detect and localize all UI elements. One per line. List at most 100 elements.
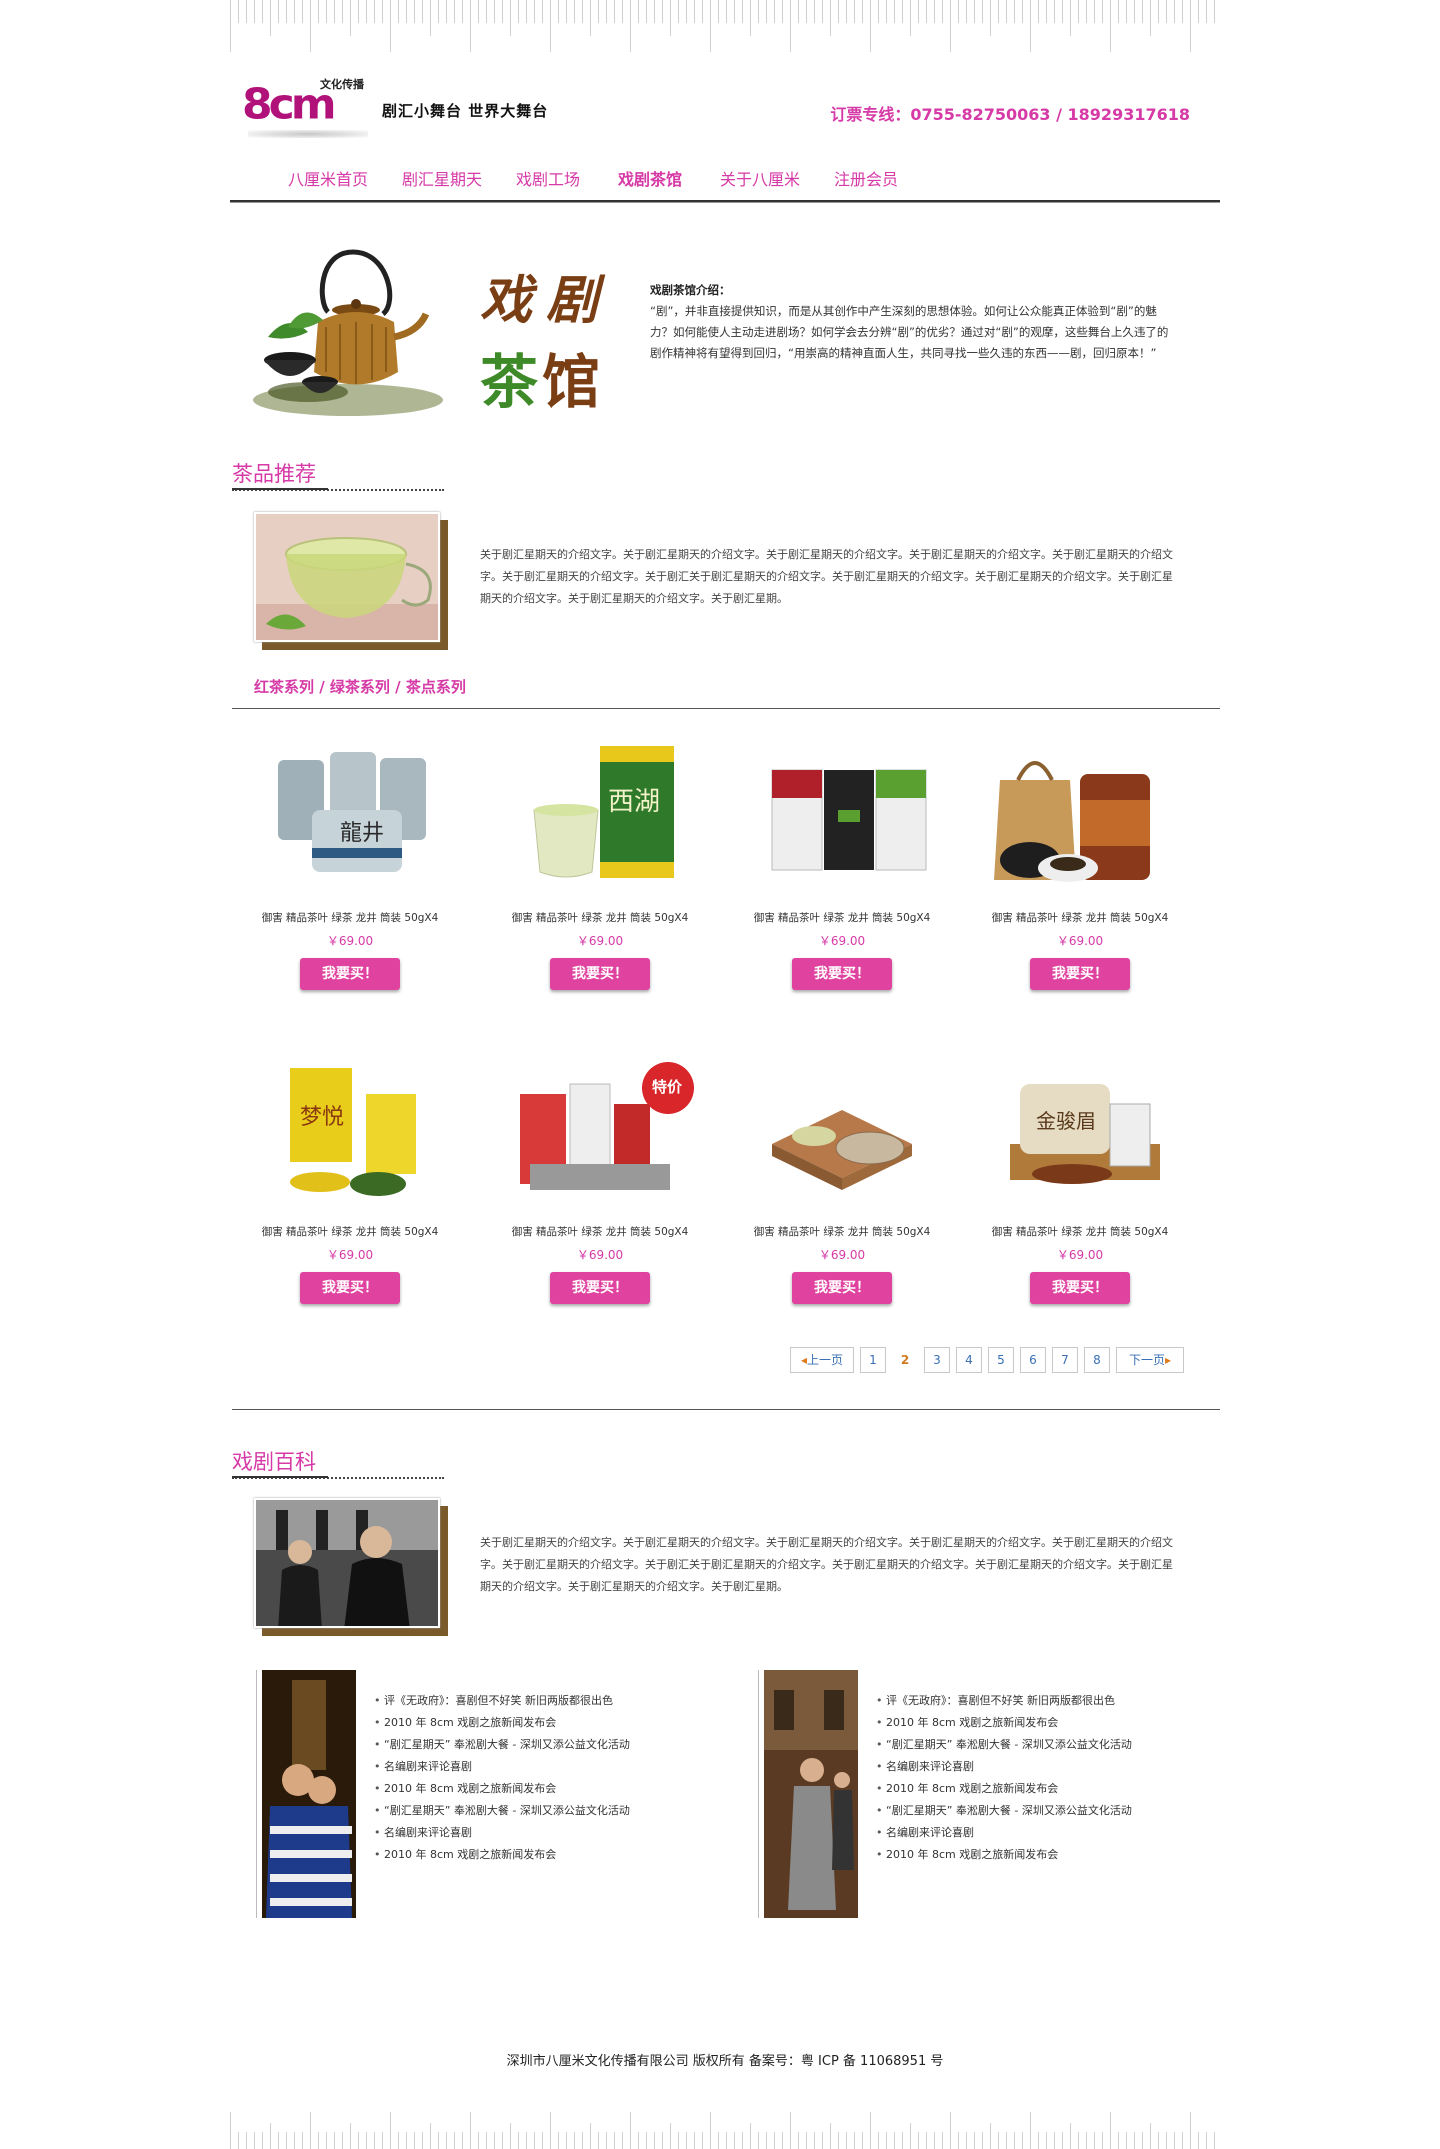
product-name[interactable]: 御害 精品茶叶 绿茶 龙井 筒装 50gX4 xyxy=(722,910,962,925)
buy-button[interactable]: 我要买！ xyxy=(792,958,892,990)
svg-text:西湖: 西湖 xyxy=(608,787,660,817)
product-card: 西湖 御害 精品茶叶 绿茶 龙井 筒装 50gX4 ￥69.00 我要买！ xyxy=(480,740,720,1040)
ruler-tick xyxy=(310,2112,311,2149)
ruler-tick xyxy=(950,2112,951,2149)
ruler-tick xyxy=(902,2132,903,2149)
wiki-news-list: 评《无政府》：喜剧但不好笑 新旧两版都很出色 2010 年 8cm 戏剧之旅新闻… xyxy=(876,1690,1132,1866)
ruler-tick xyxy=(726,2132,727,2149)
product-price: ￥69.00 xyxy=(818,934,866,948)
page-link[interactable]: 6 xyxy=(1020,1347,1046,1373)
list-item[interactable]: “剧汇星期天” 奉淞剧大餐 - 深圳又添公益文化活动 xyxy=(374,1800,630,1822)
ruler-tick xyxy=(414,2132,415,2149)
nav-divider xyxy=(230,200,1220,203)
page-link[interactable]: 8 xyxy=(1084,1347,1110,1373)
buy-button[interactable]: 我要买！ xyxy=(550,958,650,990)
tea-cup-image xyxy=(256,514,438,640)
buy-button[interactable]: 我要买！ xyxy=(550,1272,650,1304)
nav-item-about[interactable]: 关于八厘米 xyxy=(720,166,800,190)
list-item[interactable]: 2010 年 8cm 戏剧之旅新闻发布会 xyxy=(876,1778,1132,1800)
ruler-tick xyxy=(1110,2112,1111,2149)
ruler-tick xyxy=(710,2112,711,2149)
ruler-tick xyxy=(990,2123,991,2149)
page-link[interactable]: 7 xyxy=(1052,1347,1078,1373)
buy-button[interactable]: 我要买！ xyxy=(1030,1272,1130,1304)
nav-item-register[interactable]: 注册会员 xyxy=(834,166,898,190)
list-item[interactable]: 2010 年 8cm 戏剧之旅新闻发布会 xyxy=(876,1712,1132,1734)
ruler-tick xyxy=(1038,2132,1039,2149)
buy-button[interactable]: 我要买！ xyxy=(792,1272,892,1304)
banner-title-line1: 戏剧 xyxy=(480,270,613,331)
page-link[interactable]: 4 xyxy=(956,1347,982,1373)
list-item[interactable]: 2010 年 8cm 戏剧之旅新闻发布会 xyxy=(374,1778,630,1800)
page-link[interactable]: 5 xyxy=(988,1347,1014,1373)
list-item[interactable]: “剧汇星期天” 奉淞剧大餐 - 深圳又添公益文化活动 xyxy=(876,1734,1132,1756)
wiki-news-list: 评《无政府》：喜剧但不好笑 新旧两版都很出色 2010 年 8cm 戏剧之旅新闻… xyxy=(374,1690,630,1866)
list-item[interactable]: “剧汇星期天” 奉淞剧大餐 - 深圳又添公益文化活动 xyxy=(876,1800,1132,1822)
tea-series-links[interactable]: 红茶系列 / 绿茶系列 / 茶点系列 xyxy=(254,676,466,697)
section-underline xyxy=(232,488,444,491)
tea-section-text: 关于剧汇星期天的介绍文字。关于剧汇星期天的介绍文字。关于剧汇星期天的介绍文字。关… xyxy=(480,548,1173,605)
list-item[interactable]: 2010 年 8cm 戏剧之旅新闻发布会 xyxy=(374,1712,630,1734)
list-item[interactable]: 2010 年 8cm 戏剧之旅新闻发布会 xyxy=(374,1844,630,1866)
page-link[interactable]: 3 xyxy=(924,1347,950,1373)
main-nav: 八厘米首页 剧汇星期天 戏剧工场 戏剧茶馆 关于八厘米 注册会员 xyxy=(230,160,1220,202)
ruler-tick xyxy=(1118,2132,1119,2149)
product-name[interactable]: 御害 精品茶叶 绿茶 龙井 筒装 50gX4 xyxy=(230,1224,470,1239)
product-name[interactable]: 御害 精品茶叶 绿茶 龙井 筒装 50gX4 xyxy=(960,1224,1200,1239)
next-page-button[interactable]: 下一页▸ xyxy=(1116,1347,1184,1373)
buy-button[interactable]: 我要买！ xyxy=(300,958,400,990)
product-name[interactable]: 御害 精品茶叶 绿茶 龙井 筒装 50gX4 xyxy=(722,1224,962,1239)
buy-button[interactable]: 我要买！ xyxy=(300,1272,400,1304)
ruler-tick xyxy=(406,2132,407,2149)
banner-title-line2: 茶馆 xyxy=(480,348,605,416)
ruler-tick xyxy=(862,2132,863,2149)
product-name[interactable]: 御害 精品茶叶 绿茶 龙井 筒装 50gX4 xyxy=(230,910,470,925)
ruler-tick xyxy=(1070,2123,1071,2149)
wiki-news-block-left: 评《无政府》：喜剧但不好笑 新旧两版都很出色 2010 年 8cm 戏剧之旅新闻… xyxy=(256,1670,686,1920)
ruler-tick xyxy=(1134,2132,1135,2149)
ruler-tick xyxy=(1206,2132,1207,2149)
list-item[interactable]: 评《无政府》：喜剧但不好笑 新旧两版都很出色 xyxy=(374,1690,630,1712)
ruler-tick xyxy=(910,2123,911,2149)
ruler-tick xyxy=(366,2132,367,2149)
list-item[interactable]: 名编剧来评论喜剧 xyxy=(876,1822,1132,1844)
nav-item-sunday[interactable]: 剧汇星期天 xyxy=(402,166,482,190)
wiki-section-text: 关于剧汇星期天的介绍文字。关于剧汇星期天的介绍文字。关于剧汇星期天的介绍文字。关… xyxy=(480,1536,1173,1593)
list-item[interactable]: 名编剧来评论喜剧 xyxy=(374,1822,630,1844)
buy-button[interactable]: 我要买！ xyxy=(1030,958,1130,990)
section-divider xyxy=(232,1409,1220,1410)
list-item[interactable]: “剧汇星期天” 奉淞剧大餐 - 深圳又添公益文化活动 xyxy=(374,1734,630,1756)
product-image xyxy=(772,1110,912,1190)
ruler-tick xyxy=(814,2132,815,2149)
ruler-tick xyxy=(974,2132,975,2149)
nav-item-teahouse[interactable]: 戏剧茶馆 xyxy=(618,166,682,190)
ruler-tick xyxy=(1166,2132,1167,2149)
list-item[interactable]: 名编剧来评论喜剧 xyxy=(374,1756,630,1778)
intro-body: “剧”，并非直接提供知识，而是从其创作中产生深刻的思想体验。如何让公众能真正体验… xyxy=(650,304,1169,360)
ruler-tick xyxy=(958,2132,959,2149)
ruler-tick xyxy=(870,2112,871,2149)
product-name[interactable]: 御害 精品茶叶 绿茶 龙井 筒装 50gX4 xyxy=(480,1224,720,1239)
ruler-tick xyxy=(1014,2132,1015,2149)
product-card: 御害 精品茶叶 绿茶 龙井 筒装 50gX4 ￥69.00 我要买！ xyxy=(722,1054,962,1354)
prev-page-button[interactable]: ◂上一页 xyxy=(790,1347,854,1373)
product-image: 西湖 xyxy=(533,746,674,878)
list-item[interactable]: 评《无政府》：喜剧但不好笑 新旧两版都很出色 xyxy=(876,1690,1132,1712)
logo[interactable]: 8cm 文化传播 xyxy=(242,72,382,138)
ruler-tick xyxy=(1006,2132,1007,2149)
ruler-tick xyxy=(694,2132,695,2149)
product-name[interactable]: 御害 精品茶叶 绿茶 龙井 筒装 50gX4 xyxy=(480,910,720,925)
ruler-tick xyxy=(934,2132,935,2149)
product-name[interactable]: 御害 精品茶叶 绿茶 龙井 筒装 50gX4 xyxy=(960,910,1200,925)
ruler-tick xyxy=(318,2132,319,2149)
nav-item-home[interactable]: 八厘米首页 xyxy=(288,166,368,190)
nav-item-workshop[interactable]: 戏剧工场 xyxy=(516,166,580,190)
page-link[interactable]: 1 xyxy=(860,1347,886,1373)
ruler-tick xyxy=(646,2132,647,2149)
ruler-tick xyxy=(390,2112,391,2149)
ruler-tick xyxy=(294,2132,295,2149)
list-item[interactable]: 2010 年 8cm 戏剧之旅新闻发布会 xyxy=(876,1844,1132,1866)
wiki-news-photo xyxy=(262,1670,356,1918)
product-image: 龍井 xyxy=(278,752,426,872)
list-item[interactable]: 名编剧来评论喜剧 xyxy=(876,1756,1132,1778)
